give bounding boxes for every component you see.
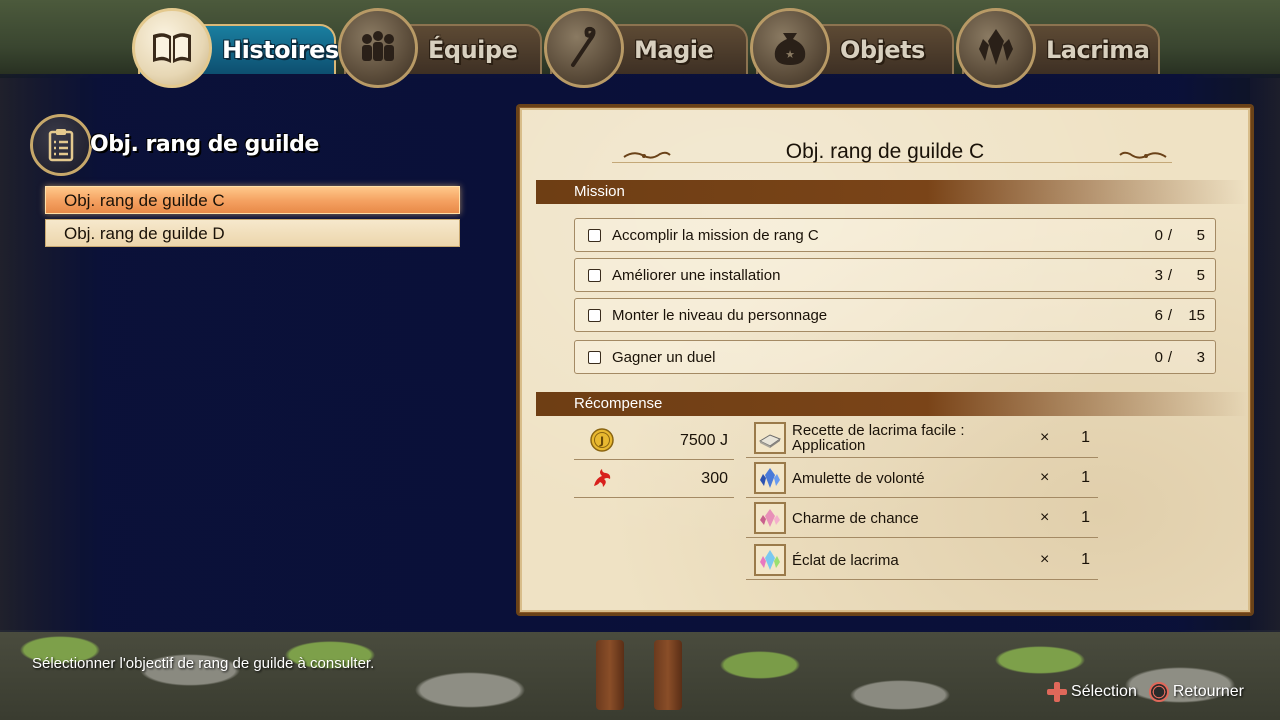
tab-bar: Histoires Équipe Magie ★ Objets Lacrima bbox=[0, 0, 1280, 88]
detail-title: Obj. rang de guilde C bbox=[785, 140, 985, 163]
dpad-icon bbox=[1047, 682, 1068, 702]
staff-icon bbox=[544, 8, 624, 88]
reward-row: Amulette de volonté × 1 bbox=[746, 458, 1098, 498]
mission-progress-total: 3 bbox=[1196, 349, 1205, 366]
mission-progress-total: 5 bbox=[1196, 267, 1205, 284]
pink-crystal-icon bbox=[760, 509, 780, 527]
back-prompt[interactable]: Retourner bbox=[1173, 683, 1244, 701]
reward-multiplier: × bbox=[1040, 429, 1050, 446]
reward-name: Éclat de lacrima bbox=[792, 551, 899, 569]
rainbow-crystal-icon bbox=[760, 550, 780, 570]
reward-icon-frame bbox=[754, 422, 786, 454]
mission-progress-current: 6 bbox=[1154, 307, 1163, 324]
mission-label: Monter le niveau du personnage bbox=[612, 307, 828, 324]
mission-progress-current: 0 bbox=[1154, 227, 1163, 244]
mission-label: Accomplir la mission de rang C bbox=[612, 227, 819, 244]
svg-text:★: ★ bbox=[785, 48, 795, 61]
reward-name: Charme de chance bbox=[792, 509, 919, 527]
tab-label: Objets bbox=[840, 36, 925, 64]
book-icon bbox=[132, 8, 212, 88]
circle-button-icon bbox=[1148, 682, 1169, 702]
character-boots bbox=[592, 640, 692, 720]
reward-quantity: 1 bbox=[1081, 469, 1090, 486]
reward-multiplier: × bbox=[1040, 469, 1050, 486]
mission-row: Améliorer une installation 3 / 5 bbox=[574, 258, 1216, 292]
currency-row: J 7500 J bbox=[574, 422, 734, 460]
blue-crystal-icon bbox=[760, 468, 780, 488]
help-text: Sélectionner l'objectif de rang de guild… bbox=[32, 655, 375, 672]
reward-icon-frame bbox=[754, 462, 786, 494]
mission-progress-current: 0 bbox=[1154, 349, 1163, 366]
rank-item-d[interactable]: Obj. rang de guilde D bbox=[45, 219, 460, 247]
mission-label: Gagner un duel bbox=[612, 349, 716, 366]
tab-equipe[interactable]: Équipe bbox=[338, 8, 542, 88]
rank-list: Obj. rang de guilde C Obj. rang de guild… bbox=[45, 186, 460, 252]
reward-multiplier: × bbox=[1040, 551, 1050, 568]
detail-panel: Obj. rang de guilde C Mission Accomplir … bbox=[516, 104, 1254, 616]
reward-row: Recette de lacrima facile : Application … bbox=[746, 418, 1098, 458]
reward-name: Amulette de volonté bbox=[792, 469, 925, 487]
mission-label: Améliorer une installation bbox=[612, 267, 781, 284]
tab-lacrima[interactable]: Lacrima bbox=[956, 8, 1160, 88]
progress-separator: / bbox=[1167, 227, 1172, 244]
clipboard-icon bbox=[30, 114, 92, 176]
mission-checkbox bbox=[588, 309, 601, 322]
mission-row: Accomplir la mission de rang C 0 / 5 bbox=[574, 218, 1216, 252]
select-prompt[interactable]: Sélection bbox=[1071, 683, 1137, 701]
reward-icon-frame bbox=[754, 502, 786, 534]
tab-label: Magie bbox=[634, 36, 714, 64]
svg-text:J: J bbox=[599, 435, 604, 448]
tab-magie[interactable]: Magie bbox=[544, 8, 748, 88]
mission-header: Mission bbox=[536, 180, 1248, 204]
mission-progress-current: 3 bbox=[1154, 267, 1163, 284]
reward-multiplier: × bbox=[1040, 509, 1050, 526]
tab-label: Équipe bbox=[428, 36, 518, 64]
team-icon bbox=[338, 8, 418, 88]
progress-separator: / bbox=[1167, 267, 1172, 284]
currency-row: 300 bbox=[574, 460, 734, 498]
detail-parchment: Obj. rang de guilde C Mission Accomplir … bbox=[519, 107, 1251, 613]
mission-checkbox bbox=[588, 269, 601, 282]
rank-item-c[interactable]: Obj. rang de guilde C bbox=[45, 186, 460, 214]
reward-row: Charme de chance × 1 bbox=[746, 498, 1098, 538]
mission-row: Monter le niveau du personnage 6 / 15 bbox=[574, 298, 1216, 332]
reward-name: Recette de lacrima facile : Application bbox=[792, 422, 965, 454]
progress-separator: / bbox=[1167, 349, 1172, 366]
fairy-tail-emblem-icon bbox=[594, 469, 611, 487]
mission-checkbox bbox=[588, 229, 601, 242]
recipe-book-icon bbox=[758, 434, 782, 448]
mission-checkbox bbox=[588, 351, 601, 364]
tab-label: Histoires bbox=[222, 36, 339, 64]
progress-separator: / bbox=[1167, 307, 1172, 324]
currency-value: 7500 J bbox=[679, 432, 728, 449]
reward-quantity: 1 bbox=[1081, 429, 1090, 446]
reward-icon-frame bbox=[754, 544, 786, 576]
mission-row: Gagner un duel 0 / 3 bbox=[574, 340, 1216, 374]
button-prompts: Sélection Retourner bbox=[1047, 681, 1244, 703]
reward-quantity: 1 bbox=[1081, 551, 1090, 568]
bag-icon: ★ bbox=[750, 8, 830, 88]
tab-objets[interactable]: ★ Objets bbox=[750, 8, 954, 88]
sidebar-title: Obj. rang de guilde bbox=[90, 132, 319, 157]
currency-value: 300 bbox=[701, 470, 728, 487]
tab-histoires[interactable]: Histoires bbox=[132, 8, 339, 88]
jewel-coin-icon: J bbox=[590, 428, 614, 452]
crystal-icon bbox=[956, 8, 1036, 88]
mission-progress-total: 15 bbox=[1188, 307, 1205, 324]
mission-progress-total: 5 bbox=[1196, 227, 1205, 244]
tab-label: Lacrima bbox=[1046, 36, 1150, 64]
reward-row: Éclat de lacrima × 1 bbox=[746, 540, 1098, 580]
reward-header: Récompense bbox=[536, 392, 1248, 416]
reward-quantity: 1 bbox=[1081, 509, 1090, 526]
